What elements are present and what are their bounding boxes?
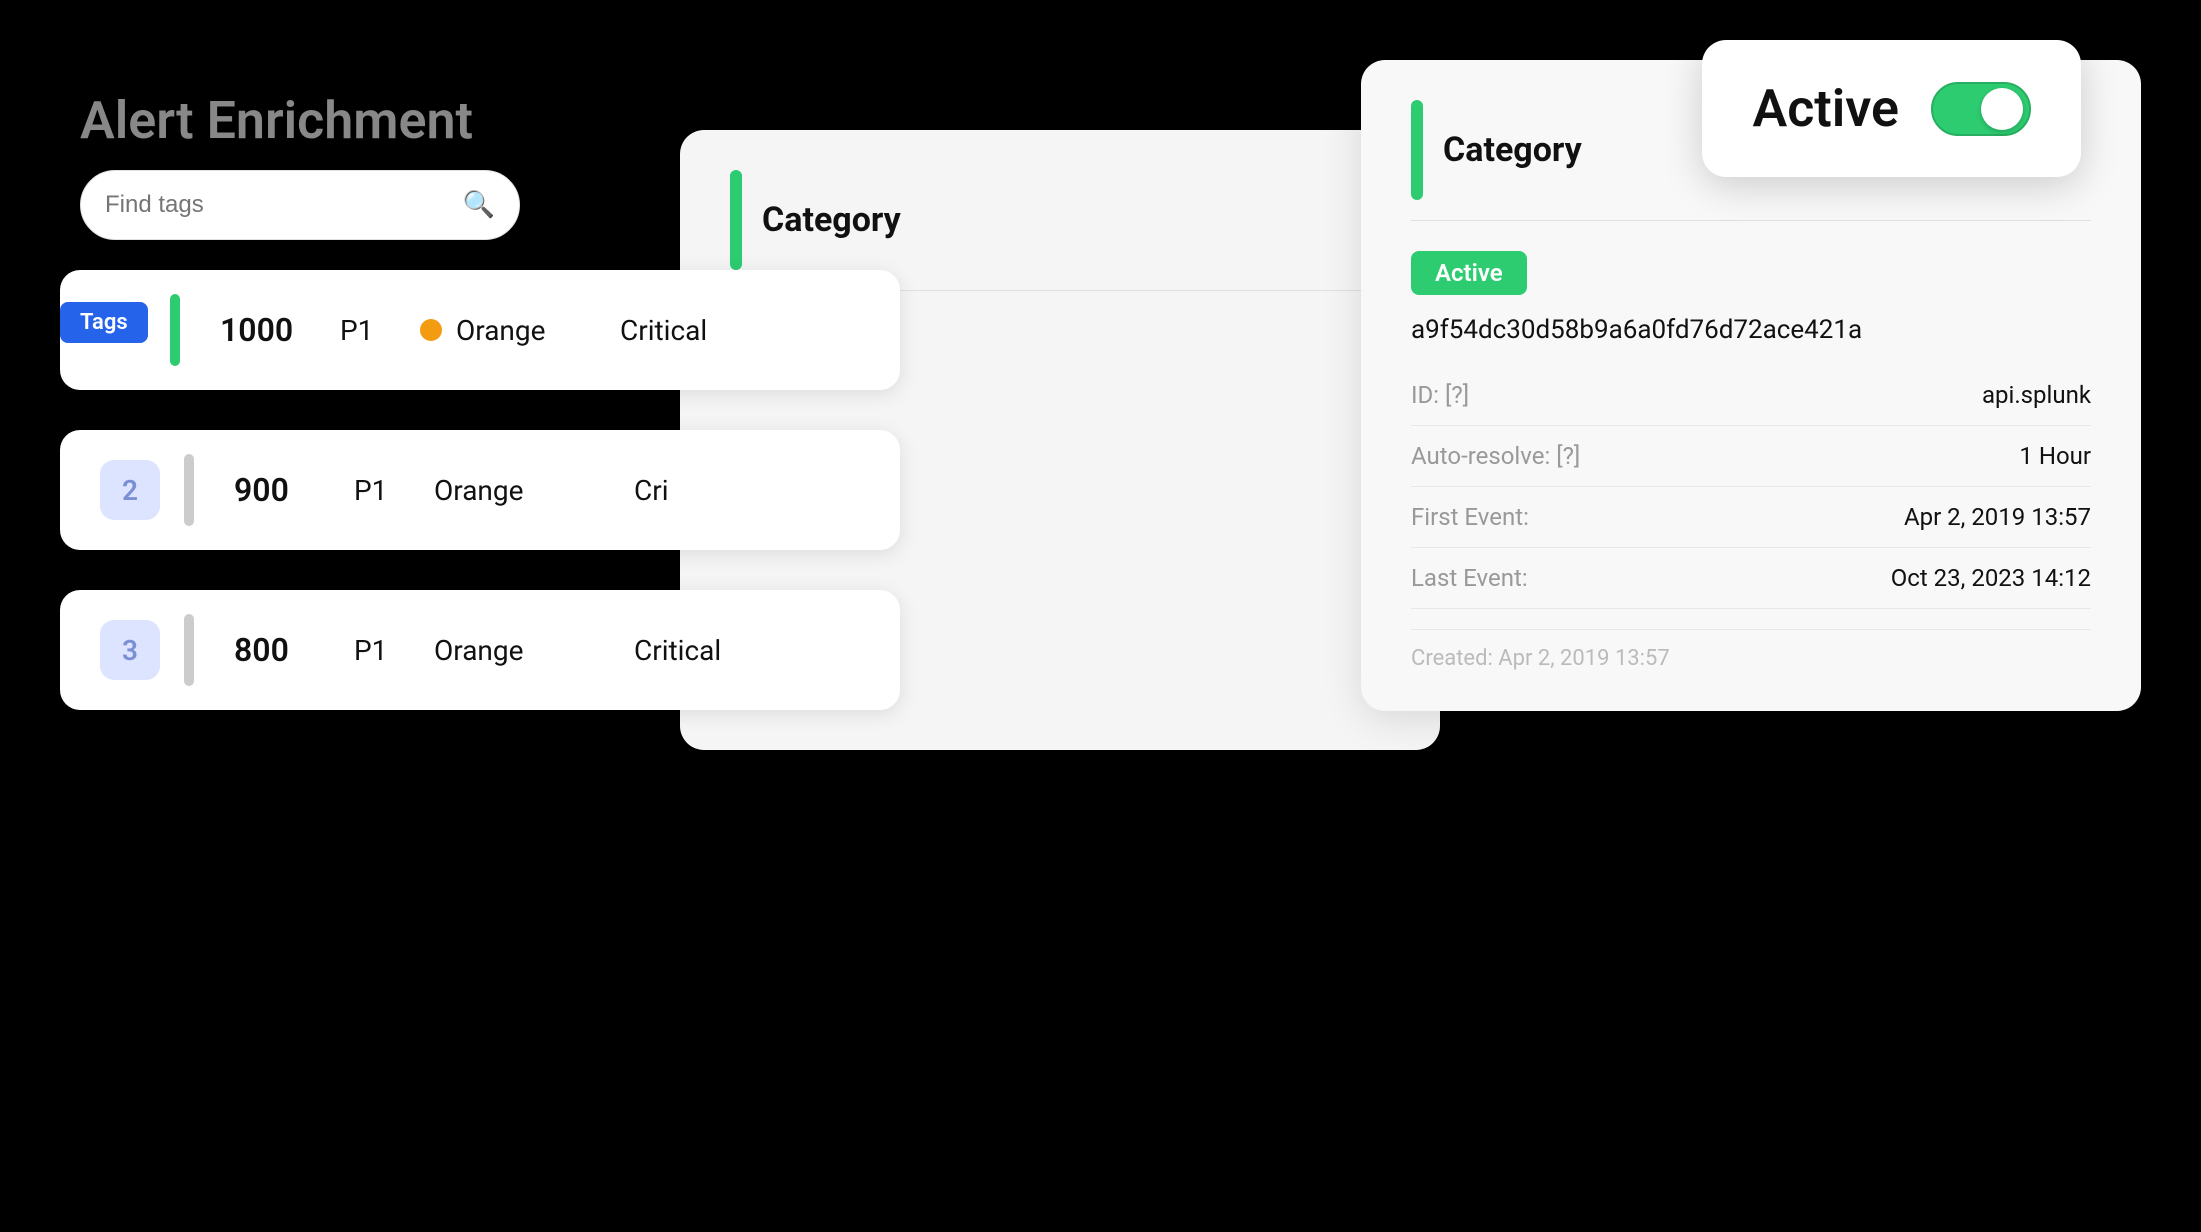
orange-dot-icon	[420, 319, 442, 341]
main-scene: Alert Enrichment 🔍 Tags Category 3 800 P…	[0, 0, 2201, 1232]
first-event-value: Apr 2, 2019 13:57	[1904, 503, 2091, 531]
first-event-row: First Event: Apr 2, 2019 13:57	[1411, 487, 2091, 548]
color-indicator-1: Orange	[420, 314, 620, 347]
list-item-2[interactable]: 2 900 P1 Orange Cri	[60, 430, 900, 550]
rank-badge-3: 3	[100, 620, 160, 680]
rank-badge-2: 2	[100, 460, 160, 520]
auto-resolve-label: Auto-resolve: [?]	[1411, 442, 1580, 470]
priority-3: P1	[354, 634, 434, 667]
priority-1: P1	[340, 314, 420, 347]
color-name-3: Orange	[434, 634, 523, 667]
auto-resolve-value: 1 Hour	[2019, 442, 2091, 470]
integration-value: api.splunk	[1982, 381, 2091, 409]
created-label: Created: Apr 2, 2019 13:57	[1411, 629, 2091, 671]
id-label: ID: [?]	[1411, 381, 1469, 409]
last-event-row: Last Event: Oct 23, 2023 14:12	[1411, 548, 2091, 609]
active-status-badge: Active	[1411, 251, 1527, 295]
severity-1: Critical	[620, 314, 707, 347]
search-icon: 🔍	[463, 190, 495, 220]
count-1: 1000	[220, 311, 340, 349]
list-item-1[interactable]: 1 1000 P1 Orange Critical	[60, 270, 900, 390]
panel-category-title: Category	[762, 200, 901, 240]
active-toggle-switch[interactable]	[1931, 82, 2031, 136]
last-event-label: Last Event:	[1411, 564, 1528, 592]
severity-3: Critical	[634, 634, 721, 667]
search-input[interactable]	[105, 191, 451, 219]
integration-row: ID: [?] api.splunk	[1411, 365, 2091, 426]
severity-bar-3	[184, 614, 194, 686]
count-2: 900	[234, 471, 354, 509]
search-bar: 🔍	[80, 170, 520, 240]
severity-2: Cri	[634, 474, 669, 507]
color-indicator-2: Orange	[434, 474, 634, 507]
active-toggle-label: Active	[1752, 78, 1899, 139]
last-event-value: Oct 23, 2023 14:12	[1891, 564, 2091, 592]
active-toggle-card: Active	[1702, 40, 2081, 177]
auto-resolve-row: Auto-resolve: [?] 1 Hour	[1411, 426, 2091, 487]
detail-category-title: Category	[1443, 130, 1582, 170]
category-green-bar	[730, 170, 742, 270]
tags-badge[interactable]: Tags	[60, 302, 148, 343]
first-event-label: First Event:	[1411, 503, 1529, 531]
severity-bar-1	[170, 294, 180, 366]
color-indicator-3: Orange	[434, 634, 634, 667]
priority-2: P1	[354, 474, 434, 507]
count-3: 800	[234, 631, 354, 669]
page-title: Alert Enrichment	[80, 90, 473, 151]
severity-bar-2	[184, 454, 194, 526]
detail-green-bar	[1411, 100, 1423, 200]
color-name-1: Orange	[456, 314, 545, 347]
list-item-3[interactable]: 3 800 P1 Orange Critical	[60, 590, 900, 710]
alert-id-value: a9f54dc30d58b9a6a0fd76d72ace421a	[1411, 315, 2091, 345]
color-name-2: Orange	[434, 474, 523, 507]
search-bar-container: 🔍	[80, 170, 520, 240]
